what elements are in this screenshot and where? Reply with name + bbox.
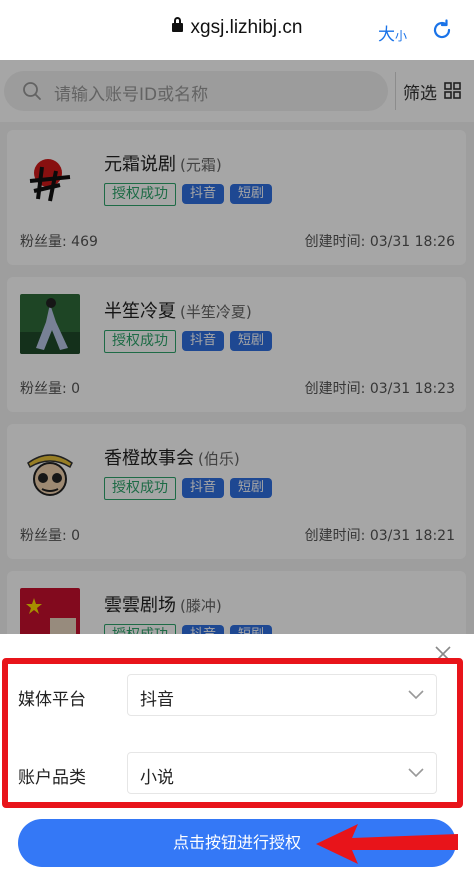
reload-icon[interactable] xyxy=(430,18,454,42)
modal-overlay[interactable] xyxy=(0,60,474,634)
lock-icon xyxy=(171,17,183,32)
url-text: xgsj.lizhibj.cn xyxy=(190,17,303,38)
text-size-small: 小 xyxy=(395,29,408,43)
text-size-big: 大 xyxy=(378,25,395,45)
text-size-button[interactable]: 大小 xyxy=(378,20,407,45)
highlight-box xyxy=(2,658,463,808)
browser-url-bar: xgsj.lizhibj.cn 大小 xyxy=(0,0,474,60)
pointer-arrow-icon xyxy=(316,824,458,864)
